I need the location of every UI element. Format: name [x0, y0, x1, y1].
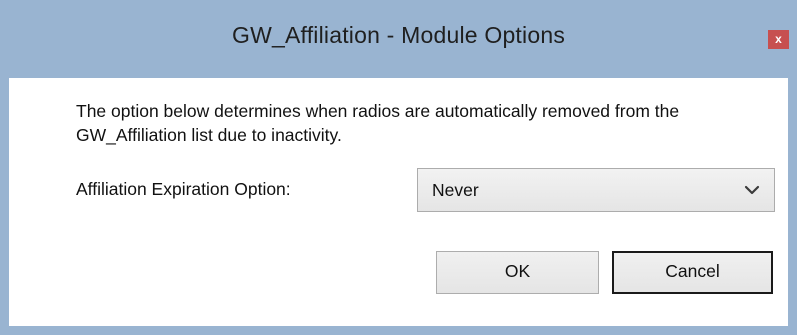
- close-button[interactable]: x: [768, 30, 789, 49]
- expiration-option-value: Never: [432, 180, 479, 200]
- description-text: The option below determines when radios …: [76, 101, 680, 145]
- close-icon: x: [775, 32, 782, 46]
- cancel-button[interactable]: Cancel: [612, 251, 773, 294]
- ok-button[interactable]: OK: [436, 251, 599, 294]
- window-title: GW_Affiliation - Module Options: [231, 22, 566, 48]
- title-bar[interactable]: GW_Affiliation - Module Options x: [0, 0, 797, 78]
- expiration-option-label: Affiliation Expiration Option:: [76, 179, 291, 199]
- expiration-option-select[interactable]: Never: [417, 168, 775, 212]
- dialog-body: The option below determines when radios …: [9, 78, 788, 326]
- chevron-down-icon: [744, 185, 760, 195]
- module-options-dialog: GW_Affiliation - Module Options x The op…: [0, 0, 797, 335]
